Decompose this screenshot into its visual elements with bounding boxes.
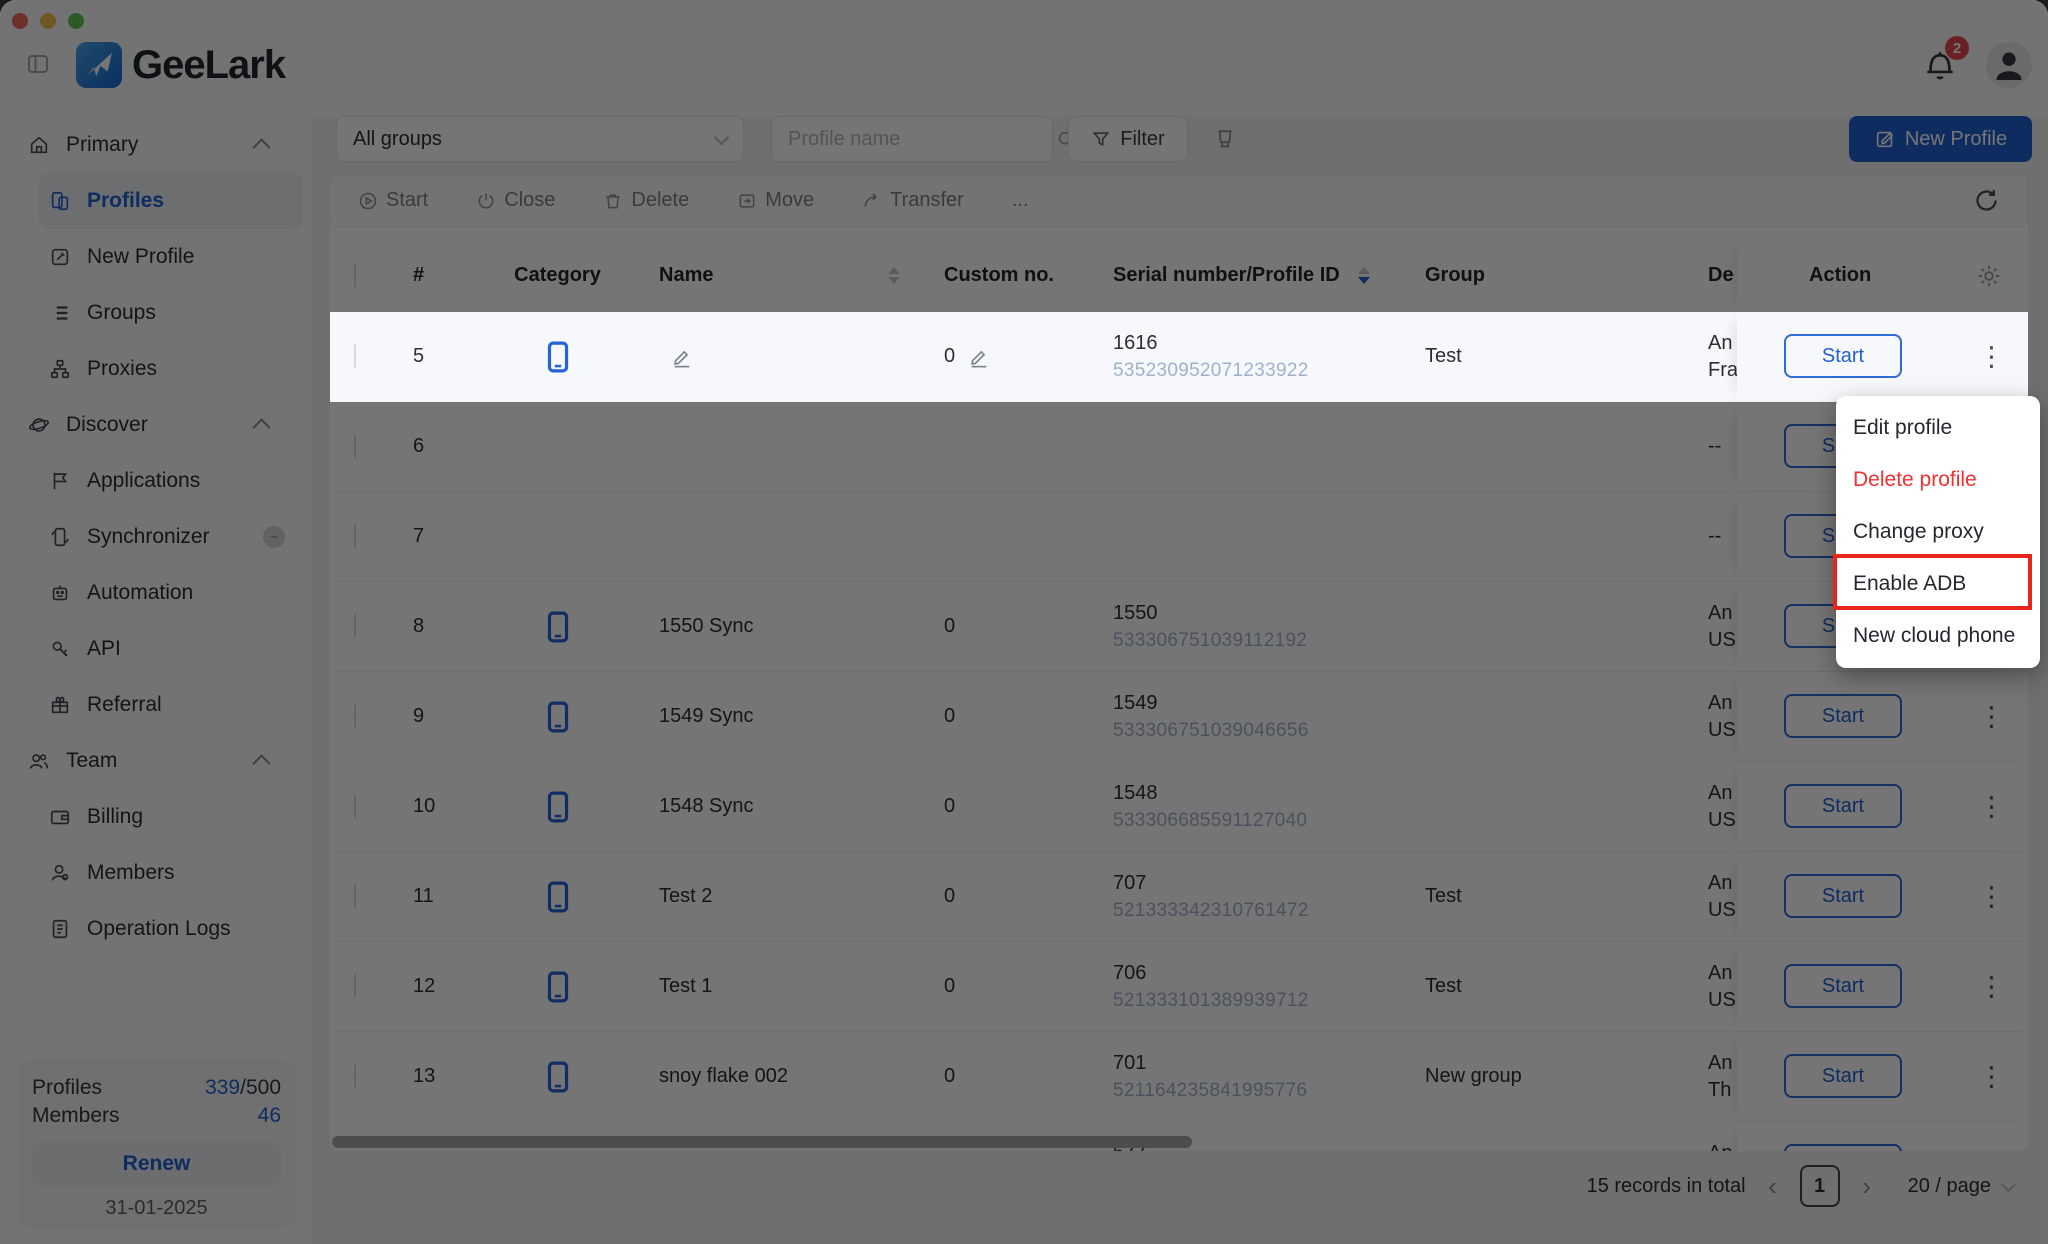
context-menu-item-change-proxy[interactable]: Change proxy <box>1836 506 2040 558</box>
profile-id: 535230952071233922 <box>1113 357 1390 384</box>
table-row-5: 501616535230952071233922TestAnFraStart⋮ <box>330 312 2028 402</box>
row-select-cell <box>330 345 389 368</box>
context-menu-item-new-cloud-phone[interactable]: New cloud phone <box>1836 610 2040 662</box>
app-window: GeeLark 2 PrimaryProfilesNew ProfileGrou… <box>0 0 2048 1244</box>
edit-name-icon[interactable] <box>671 346 693 368</box>
category-cell <box>480 341 635 373</box>
dim-overlay <box>0 0 2048 1244</box>
context-menu-item-edit-profile[interactable]: Edit profile <box>1836 402 2040 454</box>
group-name: Test <box>1425 345 1462 367</box>
action-cell: Start ⋮ <box>1737 312 2028 401</box>
cloud-phone-icon <box>546 341 570 373</box>
context-menu: Edit profileDelete profileChange proxyEn… <box>1836 396 2040 668</box>
row-checkbox[interactable] <box>354 344 356 368</box>
context-menu-item-delete-profile[interactable]: Delete profile <box>1836 454 2040 506</box>
start-button[interactable]: Start <box>1784 334 1902 378</box>
context-menu-item-enable-adb[interactable]: Enable ADB <box>1836 558 2040 610</box>
serial-cell: 1616535230952071233922 <box>1090 330 1390 384</box>
custom-no-cell: 0 <box>920 345 1090 368</box>
group-cell: Test <box>1390 345 1680 368</box>
row-number: 5 <box>389 345 480 368</box>
custom-no: 0 <box>944 345 955 368</box>
name-cell <box>635 346 920 368</box>
row-menu-kebab-icon[interactable]: ⋮ <box>1978 341 2004 372</box>
edit-custom-no-icon[interactable] <box>968 346 990 368</box>
serial-number: 1616 <box>1113 330 1390 357</box>
